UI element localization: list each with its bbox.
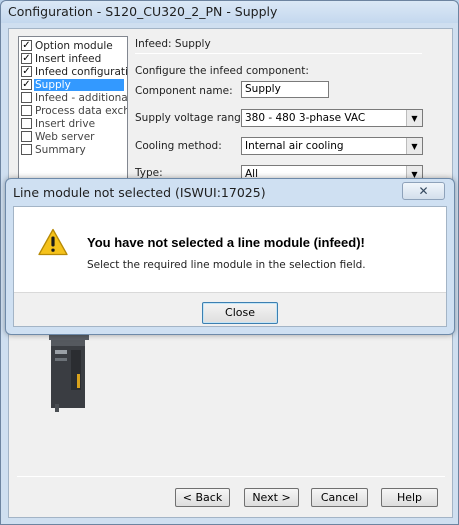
nav-item-label: Summary: [35, 143, 86, 156]
close-icon[interactable]: ✕: [402, 182, 445, 200]
chevron-down-icon[interactable]: ▼: [406, 110, 422, 126]
checkbox-unchecked-icon: [21, 144, 32, 155]
nav-item-supply[interactable]: ✓ Supply: [21, 78, 124, 91]
nav-item-label: Process data exchange: [35, 104, 128, 117]
dialog-message-area: You have not selected a line module (inf…: [14, 207, 446, 293]
footer-divider: [17, 476, 445, 477]
voltage-range-value: 380 - 480 3-phase VAC: [245, 112, 366, 124]
checkbox-checked-icon: ✓: [21, 53, 32, 64]
cooling-method-label: Cooling method:: [135, 140, 222, 152]
heading-divider: [135, 53, 422, 54]
nav-item-infeed-configuration[interactable]: ✓ Infeed configuration: [21, 65, 128, 78]
dialog-title: Line module not selected (ISWUI:17025): [13, 185, 266, 200]
component-name-label: Component name:: [135, 85, 233, 97]
warning-icon: [38, 228, 68, 256]
form-caption: Configure the infeed component:: [135, 65, 309, 77]
checkbox-checked-icon: ✓: [21, 79, 32, 90]
cancel-button[interactable]: Cancel: [311, 488, 368, 507]
line-module-image: [49, 334, 89, 412]
voltage-range-label: Supply voltage range:: [135, 112, 251, 124]
next-button[interactable]: Next >: [244, 488, 299, 507]
nav-item-process-data-exchange[interactable]: Process data exchange: [21, 104, 128, 117]
checkbox-unchecked-icon: [21, 131, 32, 142]
nav-item-label: Infeed configuration: [35, 65, 128, 78]
checkbox-checked-icon: ✓: [21, 66, 32, 77]
help-button[interactable]: Help: [381, 488, 438, 507]
dialog-message: Select the required line module in the s…: [87, 259, 366, 271]
voltage-range-select[interactable]: 380 - 480 3-phase VAC ▼: [241, 109, 423, 127]
nav-item-web-server[interactable]: Web server: [21, 130, 95, 143]
nav-item-option-module[interactable]: ✓ Option module: [21, 39, 114, 52]
panel-heading: Infeed: Supply: [135, 38, 211, 50]
nav-item-insert-drive[interactable]: Insert drive: [21, 117, 96, 130]
checkbox-checked-icon: ✓: [21, 40, 32, 51]
window-title: Configuration - S120_CU320_2_PN - Supply: [8, 4, 278, 19]
nav-item-label: Infeed - additional: [35, 91, 128, 104]
nav-item-label: Option module: [35, 39, 113, 52]
checkbox-unchecked-icon: [21, 105, 32, 116]
chevron-down-icon[interactable]: ▼: [406, 138, 422, 154]
nav-item-label: Insert drive: [35, 117, 96, 130]
checkbox-unchecked-icon: [21, 118, 32, 129]
nav-item-summary[interactable]: Summary: [21, 143, 87, 156]
nav-item-insert-infeed[interactable]: ✓ Insert infeed: [21, 52, 102, 65]
window-titlebar[interactable]: Configuration - S120_CU320_2_PN - Supply: [1, 1, 458, 23]
checkbox-unchecked-icon: [21, 92, 32, 103]
dialog-heading: You have not selected a line module (inf…: [87, 235, 365, 250]
line-module-warning-dialog: Line module not selected (ISWUI:17025) ✕…: [5, 178, 455, 335]
back-button[interactable]: < Back: [175, 488, 230, 507]
cooling-method-value: Internal air cooling: [245, 140, 344, 152]
close-button[interactable]: Close: [202, 302, 278, 324]
nav-item-label: Insert infeed: [35, 52, 102, 65]
nav-item-infeed-additional[interactable]: Infeed - additional: [21, 91, 128, 104]
cooling-method-select[interactable]: Internal air cooling ▼: [241, 137, 423, 155]
component-name-input[interactable]: Supply: [241, 81, 329, 98]
nav-item-label: Web server: [35, 130, 95, 143]
dialog-body: You have not selected a line module (inf…: [13, 206, 447, 327]
nav-item-label: Supply: [34, 78, 124, 91]
